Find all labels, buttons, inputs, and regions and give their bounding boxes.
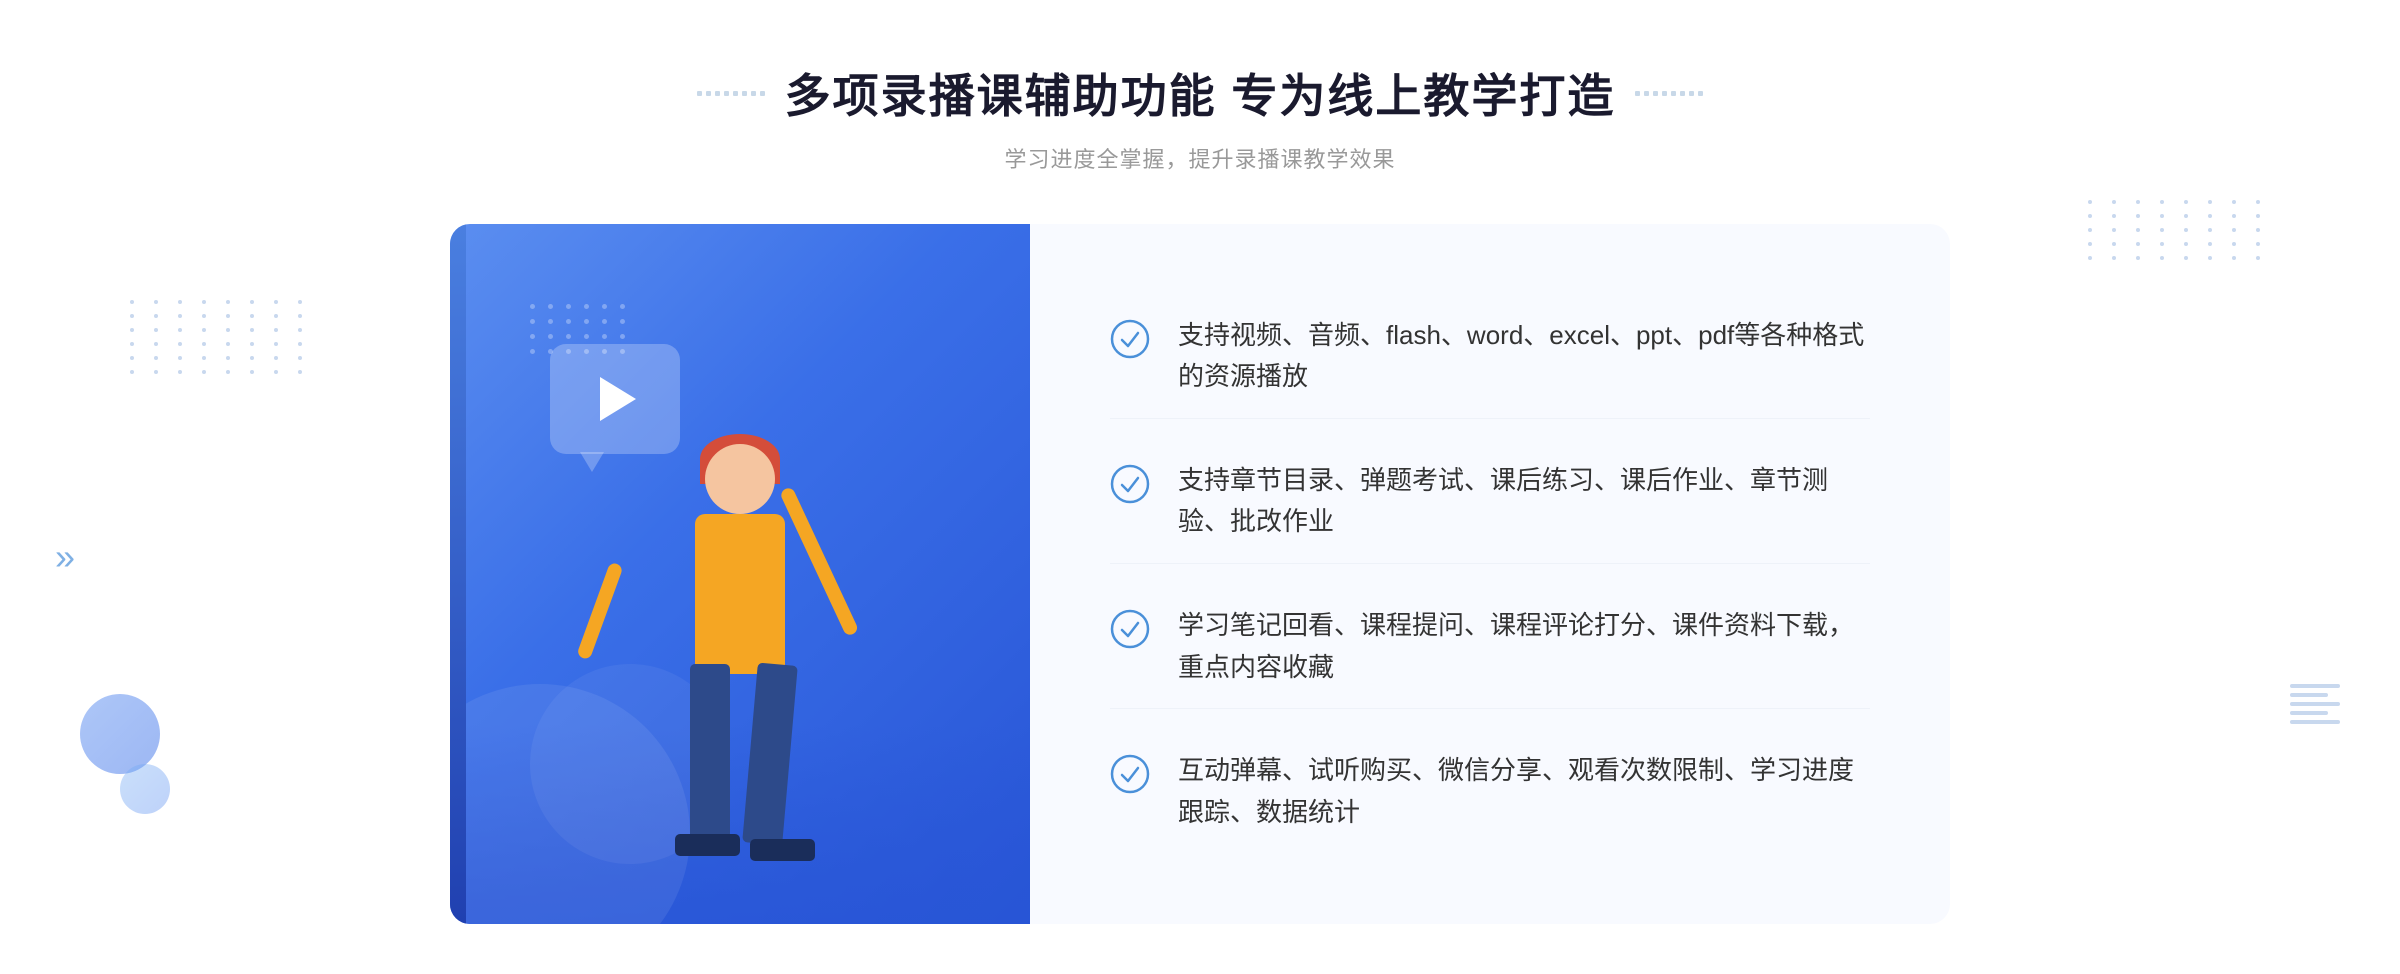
feature-text-2: 支持章节目录、弹题考试、课后练习、课后作业、章节测验、批改作业 <box>1178 460 1870 543</box>
feature-text-4: 互动弹幕、试听购买、微信分享、观看次数限制、学习进度跟踪、数据统计 <box>1178 750 1870 833</box>
person-foot-left <box>675 834 740 856</box>
illustration-panel <box>450 224 1030 924</box>
check-icon-3 <box>1110 609 1150 649</box>
deco-circle-2 <box>120 764 170 814</box>
feature-text-3: 学习笔记回看、课程提问、课程评论打分、课件资料下载，重点内容收藏 <box>1178 605 1870 688</box>
feature-item-3: 学习笔记回看、课程提问、课程评论打分、课件资料下载，重点内容收藏 <box>1110 585 1870 709</box>
header-section: 多项录播课辅助功能 专为线上教学打造 学习进度全掌握，提升录播课教学效果 <box>697 60 1704 174</box>
chevron-left-icon: » <box>55 536 75 578</box>
subtitle: 学习进度全掌握，提升录播课教学效果 <box>697 142 1704 174</box>
bg-dots-left <box>130 300 312 374</box>
bg-dots-right <box>2088 200 2270 260</box>
check-icon-2 <box>1110 464 1150 504</box>
person-leg-right <box>742 663 798 846</box>
check-icon-4 <box>1110 754 1150 794</box>
title-decorator-left <box>697 91 765 96</box>
left-accent-bar <box>450 224 466 924</box>
feature-text-1: 支持视频、音频、flash、word、excel、ppt、pdf等各种格式的资源… <box>1178 315 1870 398</box>
check-icon-1 <box>1110 319 1150 359</box>
person-arm-left <box>576 562 623 661</box>
person-leg-left <box>690 664 730 844</box>
deco-circle-1 <box>80 694 160 774</box>
person-body <box>695 514 785 674</box>
feature-item-2: 支持章节目录、弹题考试、课后练习、课后作业、章节测验、批改作业 <box>1110 440 1870 564</box>
content-area: 支持视频、音频、flash、word、excel、ppt、pdf等各种格式的资源… <box>450 224 1950 924</box>
feature-item-4: 互动弹幕、试听购买、微信分享、观看次数限制、学习进度跟踪、数据统计 <box>1110 730 1870 853</box>
title-row: 多项录播课辅助功能 专为线上教学打造 <box>697 60 1704 126</box>
person-figure <box>580 364 900 924</box>
person-arm-right <box>779 486 859 637</box>
title-decorator-right <box>1635 91 1703 96</box>
person-head <box>705 444 775 514</box>
deco-lines <box>2290 684 2340 724</box>
person-foot-right <box>750 839 815 861</box>
page-container: » 多项录播课辅助功能 专为线上教学打造 学习进度全掌握，提升录播课教学效果 <box>0 0 2400 974</box>
main-title: 多项录播课辅助功能 专为线上教学打造 <box>785 60 1616 126</box>
feature-item-1: 支持视频、音频、flash、word、excel、ppt、pdf等各种格式的资源… <box>1110 295 1870 419</box>
features-panel: 支持视频、音频、flash、word、excel、ppt、pdf等各种格式的资源… <box>1030 224 1950 924</box>
